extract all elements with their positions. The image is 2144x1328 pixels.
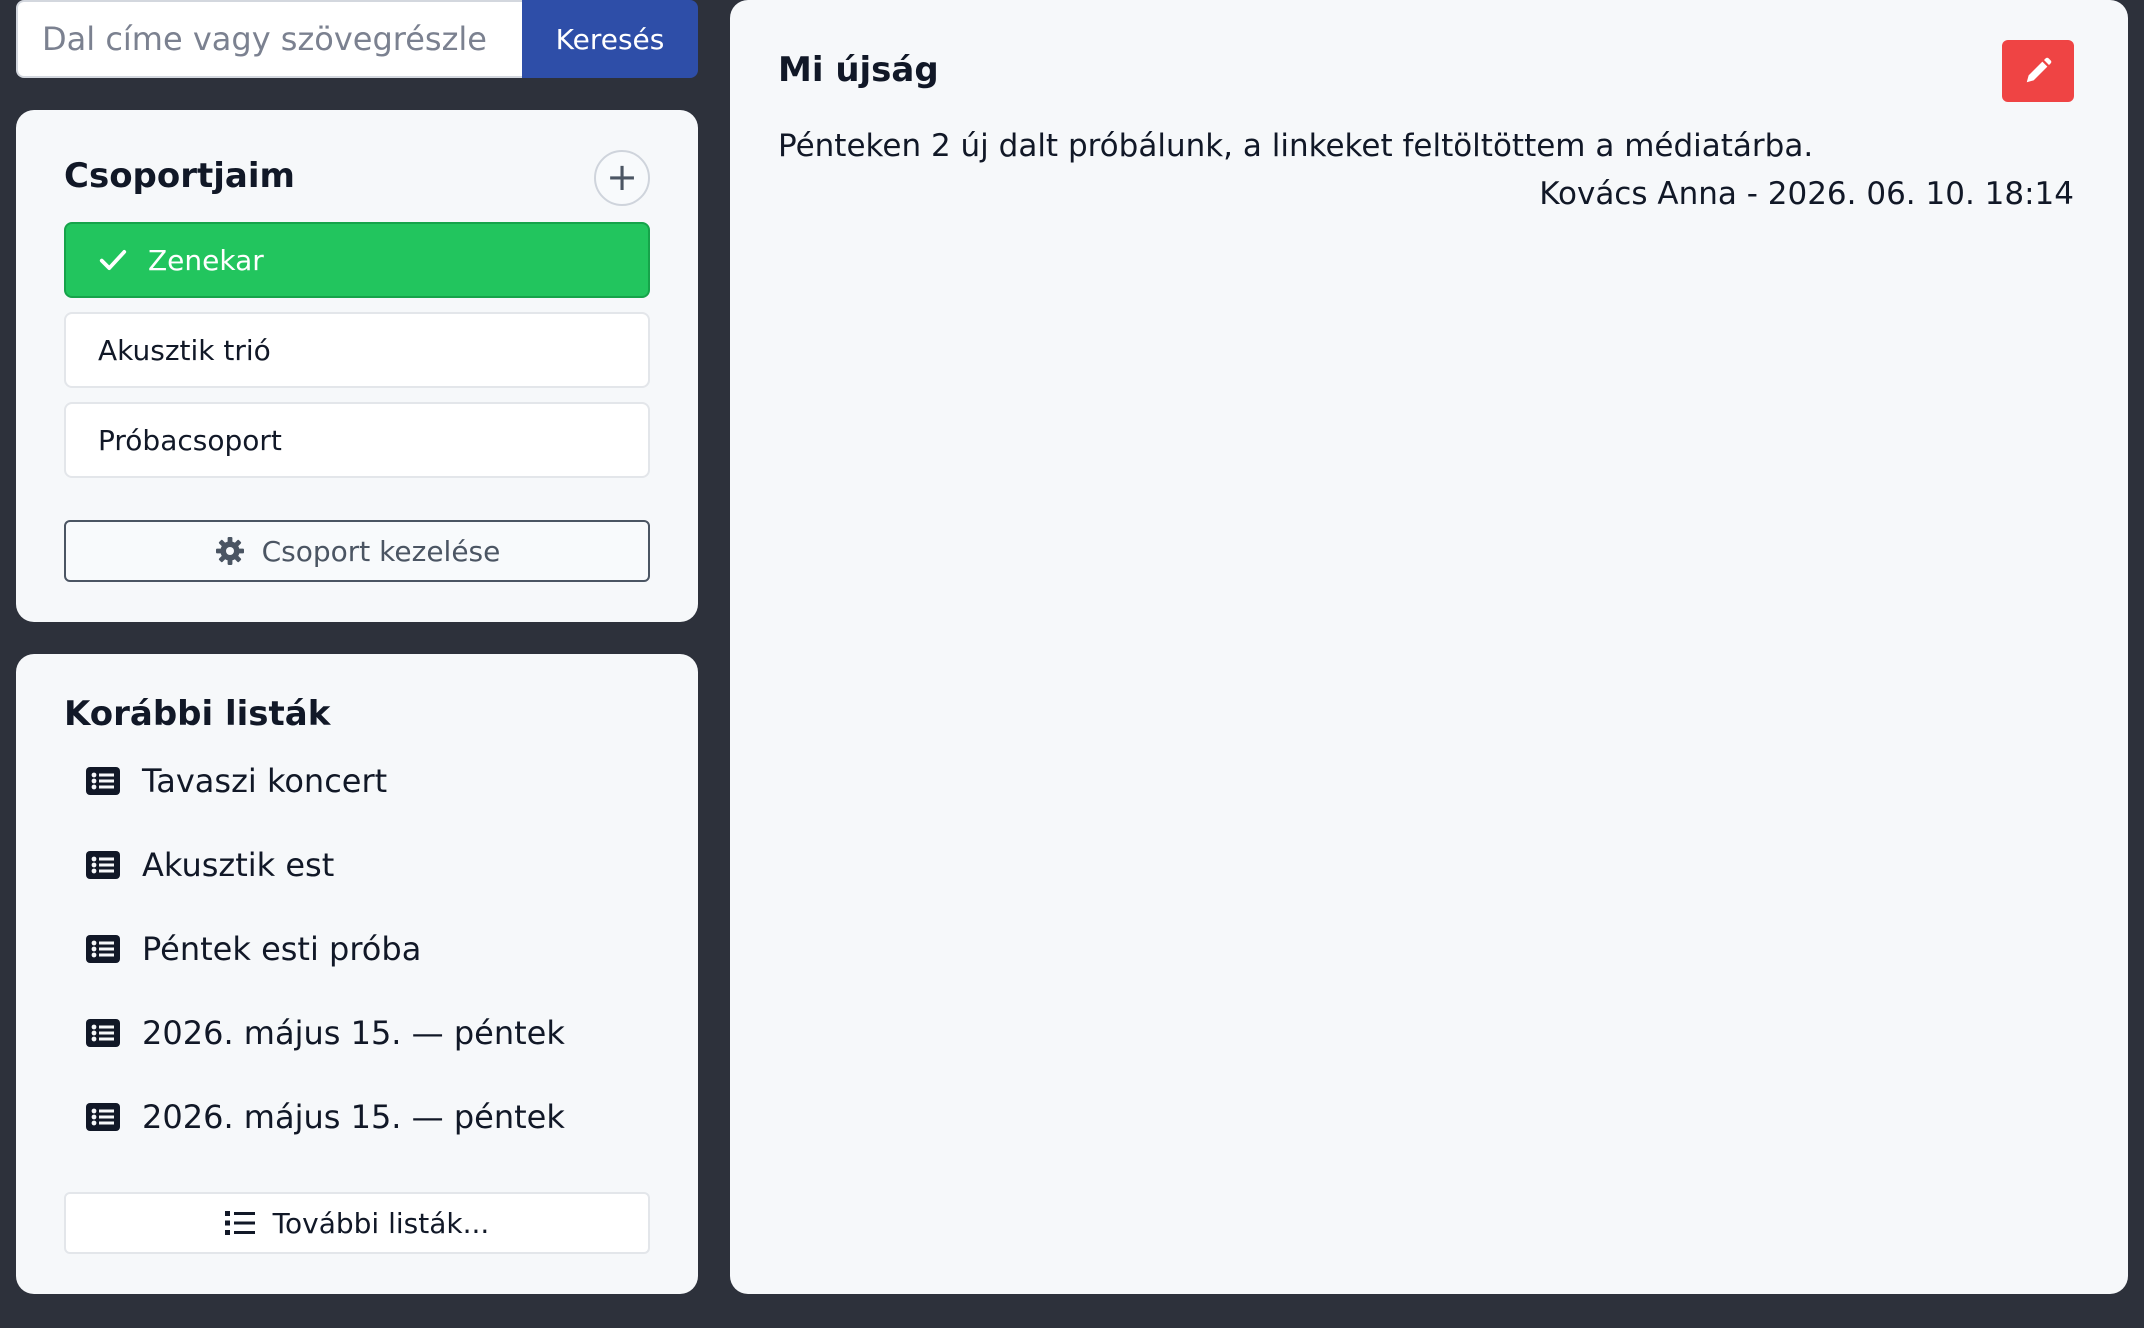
search-bar: Keresés — [16, 0, 698, 78]
group-item-probacsoport[interactable]: Próbacsoport — [64, 402, 650, 478]
list-item[interactable]: Akusztik est — [86, 840, 334, 890]
bullet-list-icon — [224, 1211, 255, 1235]
news-author-date: Kovács Anna - 2026. 06. 10. 18:14 — [1539, 176, 2074, 212]
list-item-label: Tavaszi koncert — [142, 762, 388, 800]
list-item-label: Akusztik est — [142, 846, 335, 884]
groups-title: Csoportjaim — [64, 156, 295, 196]
group-item-akusztik-trio[interactable]: Akusztik trió — [64, 312, 650, 388]
groups-card: Csoportjaim + Zenekar Akusztik trió Prób… — [16, 110, 698, 622]
group-item-label: Akusztik trió — [98, 333, 271, 367]
group-item-zenekar[interactable]: Zenekar — [64, 222, 650, 298]
lists-title: Korábbi listák — [64, 694, 331, 734]
list-item[interactable]: Péntek esti próba — [86, 924, 421, 974]
list-item-label: 2026. május 15. — péntek — [142, 1098, 565, 1136]
list-item-label: 2026. május 15. — péntek — [142, 1014, 565, 1052]
previous-lists-card: Korábbi listák Tavaszi koncert Akusztik … — [16, 654, 698, 1294]
add-group-button[interactable]: + — [594, 150, 650, 206]
list-alt-icon — [86, 935, 120, 963]
news-title: Mi újság — [778, 50, 939, 90]
list-item-label: Péntek esti próba — [142, 930, 422, 968]
group-item-label: Próbacsoport — [98, 423, 282, 457]
search-input[interactable] — [16, 0, 522, 78]
list-alt-icon — [86, 1019, 120, 1047]
more-lists-button[interactable]: További listák... — [64, 1192, 650, 1254]
edit-news-button[interactable] — [2002, 40, 2074, 102]
list-item[interactable]: Tavaszi koncert — [86, 756, 387, 806]
news-message: Pénteken 2 új dalt próbálunk, a linkeket… — [778, 128, 1814, 164]
list-alt-icon — [86, 1103, 120, 1131]
list-alt-icon — [86, 851, 120, 879]
search-button[interactable]: Keresés — [522, 0, 698, 78]
pencil-icon — [2026, 57, 2052, 83]
news-card: Mi újság Pénteken 2 új dalt próbálunk, a… — [730, 0, 2128, 1294]
list-item[interactable]: 2026. május 15. — péntek — [86, 1092, 565, 1142]
gear-icon — [215, 537, 244, 565]
check-icon — [99, 250, 127, 270]
plus-icon: + — [606, 155, 638, 199]
manage-group-label: Csoport kezelése — [261, 534, 501, 568]
list-item[interactable]: 2026. május 15. — péntek — [86, 1008, 565, 1058]
group-item-label: Zenekar — [148, 243, 264, 277]
list-alt-icon — [86, 767, 120, 795]
more-lists-label: További listák... — [272, 1206, 490, 1240]
manage-group-button[interactable]: Csoport kezelése — [64, 520, 650, 582]
